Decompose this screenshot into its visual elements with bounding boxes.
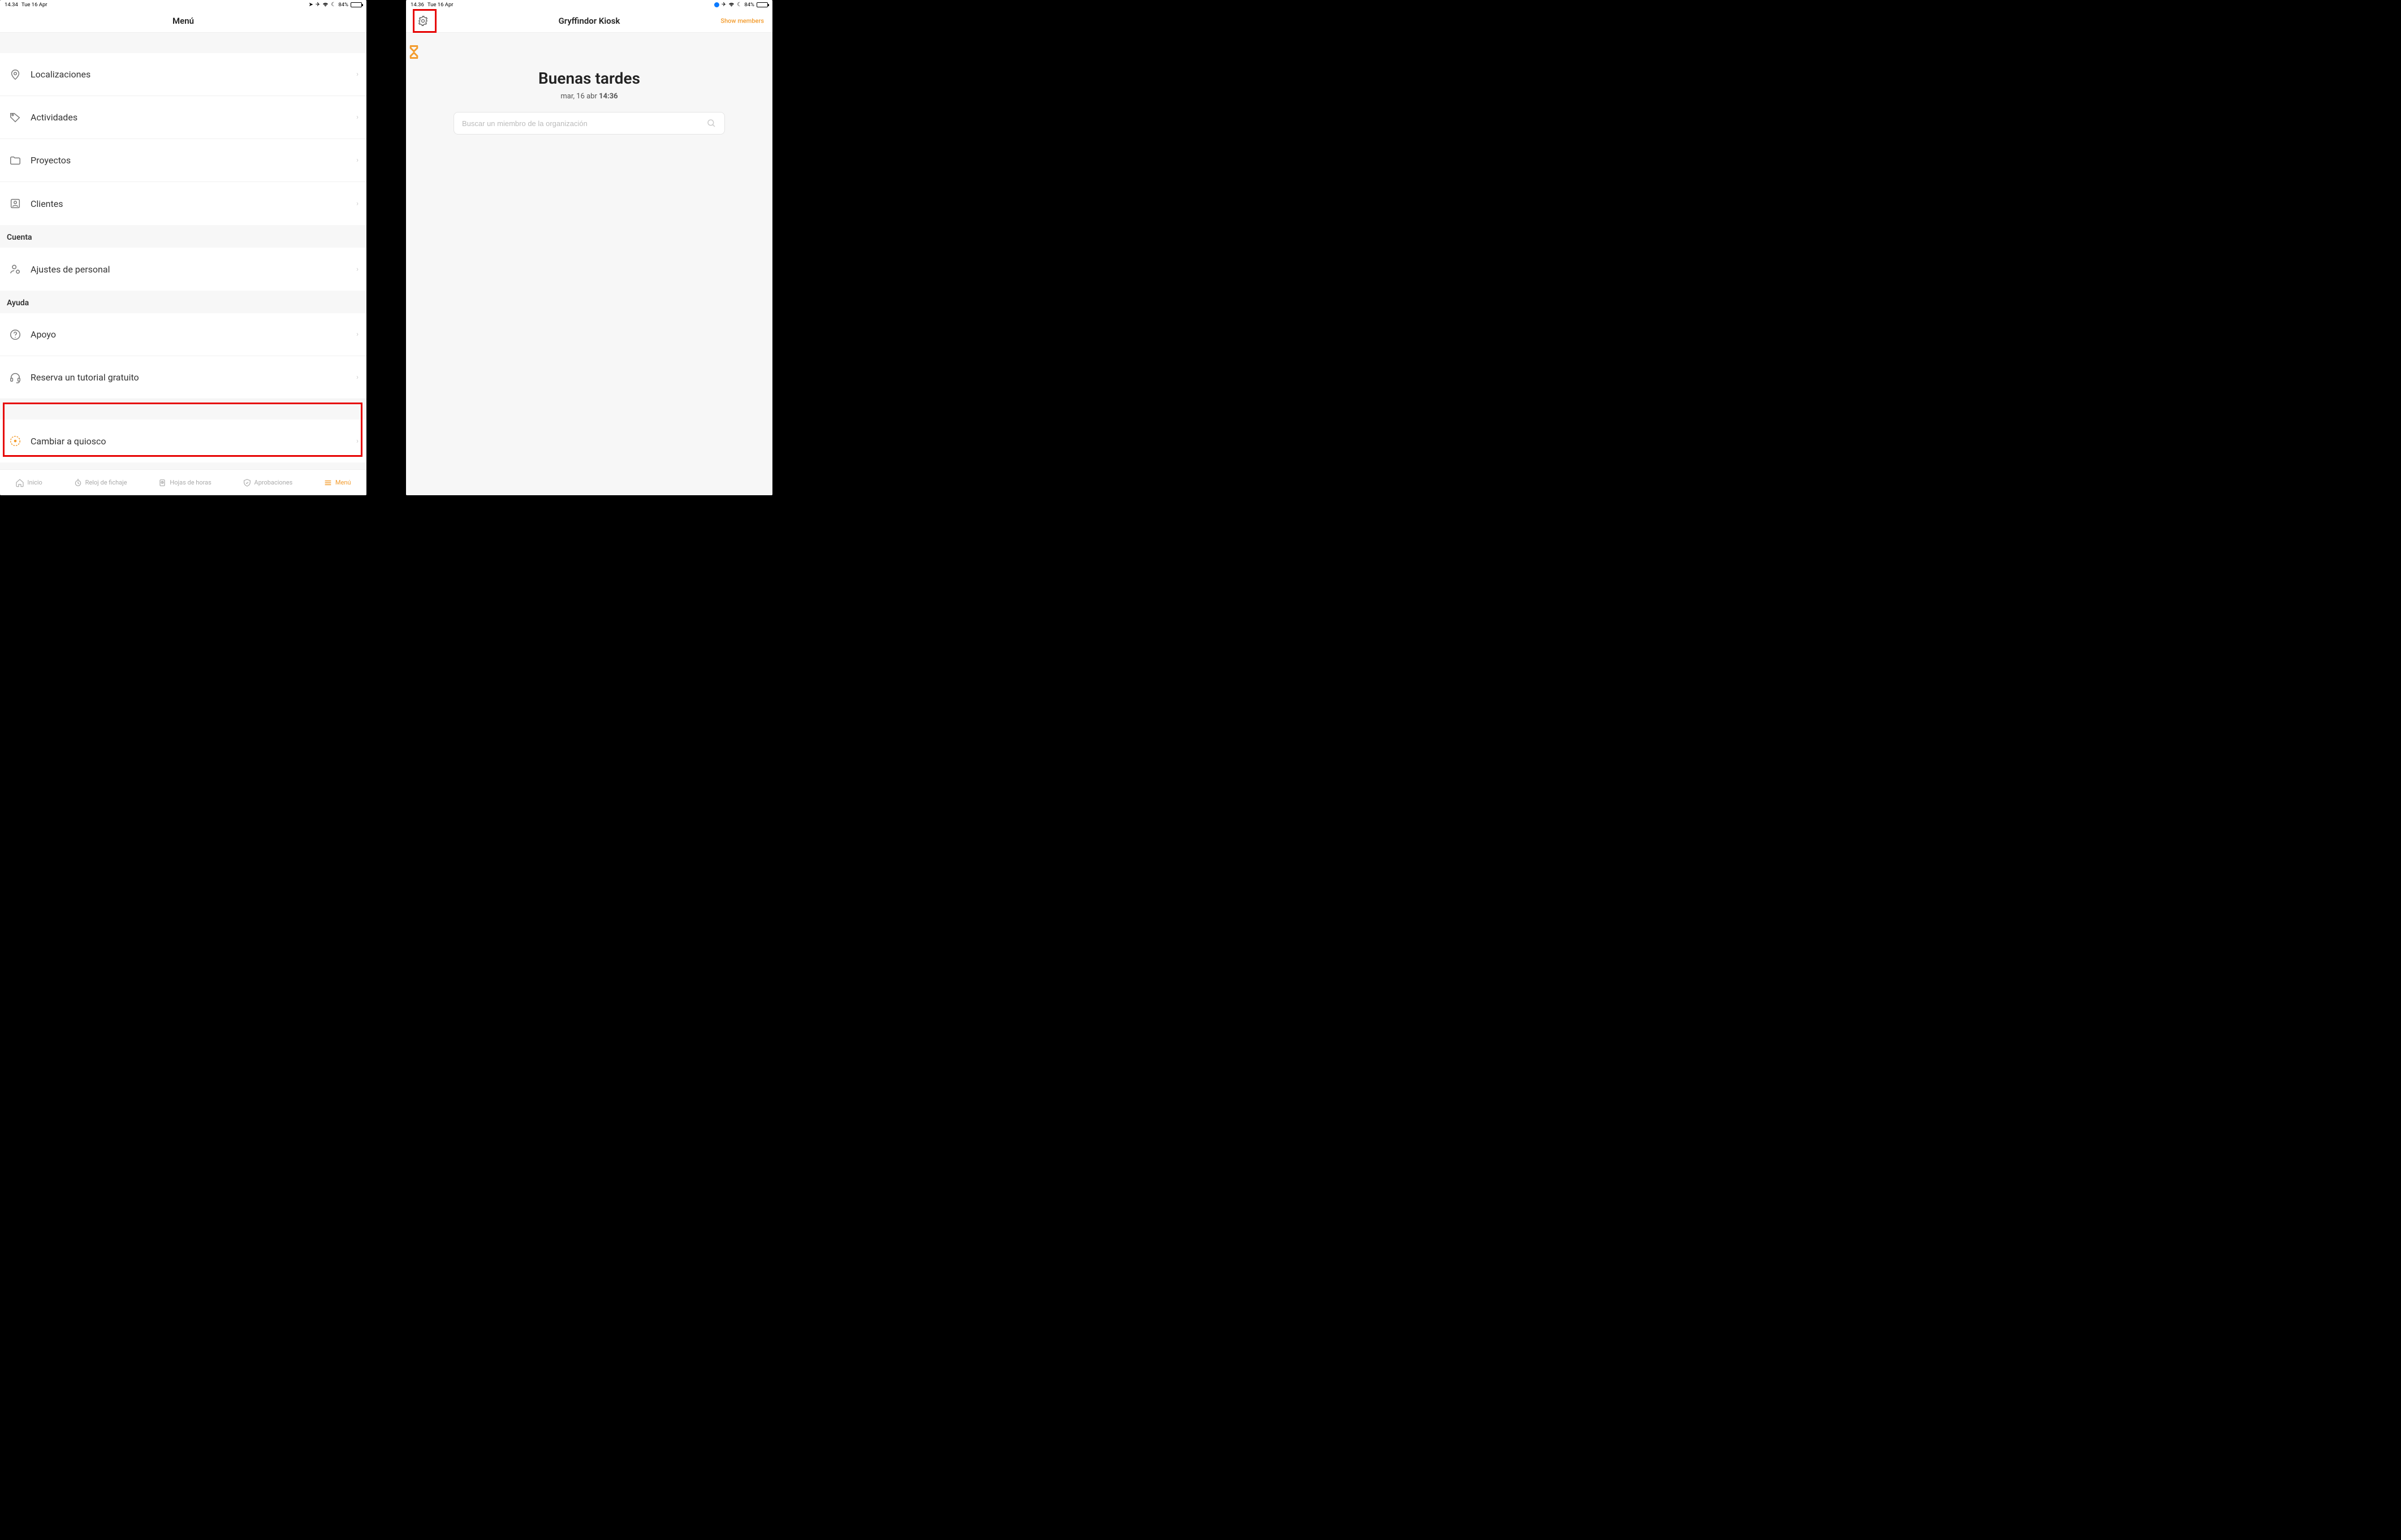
- menu-item-kiosk-switch[interactable]: Cambiar a quiosco ›: [0, 419, 366, 462]
- tab-label: Hojas de horas: [170, 479, 211, 486]
- tab-timesheets[interactable]: Hojas de horas: [158, 478, 211, 487]
- airplane-icon: ✈: [316, 2, 320, 8]
- menu-label: Cambiar a quiosco: [31, 436, 356, 447]
- chevron-right-icon: ›: [356, 437, 359, 445]
- menu-label: Apoyo: [31, 329, 356, 340]
- chevron-right-icon: ›: [356, 330, 359, 339]
- kiosk-body: Buenas tardes mar, 16 abr 14:36: [406, 33, 772, 495]
- menu-label: Actividades: [31, 112, 356, 123]
- moon-icon: ☾: [737, 2, 742, 8]
- wifi-icon: [728, 2, 735, 7]
- menu-scroll[interactable]: Localizaciones › Actividades › Proyectos…: [0, 33, 366, 469]
- tag-icon: [8, 110, 23, 125]
- kiosk-greeting: Buenas tardes: [406, 69, 772, 88]
- tab-home[interactable]: Inicio: [15, 478, 42, 487]
- wifi-icon: [322, 2, 329, 7]
- menu-list-account: Ajustes de personal ›: [0, 248, 366, 291]
- menu-item-locations[interactable]: Localizaciones ›: [0, 53, 366, 96]
- header: Gryffindor Kiosk Show members: [406, 9, 772, 33]
- chevron-right-icon: ›: [356, 265, 359, 274]
- menu-label: Ajustes de personal: [31, 264, 356, 275]
- shield-check-icon: [243, 478, 252, 487]
- location-arrow-icon: ➤: [309, 2, 313, 8]
- airplane-icon: ✈: [722, 2, 726, 8]
- gear-icon: [417, 15, 429, 27]
- spacer: [0, 399, 366, 419]
- headset-icon: [8, 370, 23, 385]
- tab-label: Reloj de fichaje: [85, 479, 127, 486]
- header: Menú: [0, 9, 366, 33]
- page-title: Gryffindor Kiosk: [559, 16, 620, 26]
- menu-item-activities[interactable]: Actividades ›: [0, 96, 366, 139]
- stopwatch-icon: [74, 478, 83, 487]
- section-account: Cuenta: [0, 225, 366, 248]
- menu-item-projects[interactable]: Proyectos ›: [0, 139, 366, 182]
- hourglass-icon: [406, 44, 772, 60]
- status-bar: 14.34 Tue 16 Apr ➤ ✈ ☾ 84%: [0, 0, 366, 9]
- chevron-right-icon: ›: [356, 200, 359, 208]
- menu-label: Localizaciones: [31, 69, 356, 80]
- search-input[interactable]: [462, 119, 706, 128]
- moon-icon: ☾: [331, 2, 336, 8]
- menu-label: Proyectos: [31, 155, 356, 166]
- show-members-button[interactable]: Show members: [720, 17, 764, 24]
- menu-item-personal-settings[interactable]: Ajustes de personal ›: [0, 248, 366, 291]
- clipboard-icon: [158, 478, 167, 487]
- folder-icon: [8, 153, 23, 168]
- contacts-icon: [8, 196, 23, 211]
- status-time: 14.34: [5, 2, 18, 8]
- menu-icon: [323, 478, 332, 487]
- home-icon: [15, 478, 24, 487]
- tab-clock[interactable]: Reloj de fichaje: [74, 478, 127, 487]
- battery-icon: [757, 2, 768, 7]
- battery-percent: 84%: [338, 2, 348, 8]
- menu-item-clients[interactable]: Clientes ›: [0, 182, 366, 225]
- settings-button[interactable]: [414, 12, 431, 29]
- chevron-right-icon: ›: [356, 70, 359, 79]
- status-date: Tue 16 Apr: [21, 2, 47, 8]
- tab-label: Inicio: [27, 479, 42, 486]
- kiosk-date: mar, 16 abr 14:36: [406, 92, 772, 101]
- status-time: 14.36: [411, 2, 424, 8]
- tab-menu[interactable]: Menú: [323, 478, 351, 487]
- kiosk-date-time: 14:36: [599, 92, 618, 101]
- help-circle-icon: [8, 327, 23, 342]
- status-bar: 14.36 Tue 16 Apr ✈ ☾ 84%: [406, 0, 772, 9]
- tab-approvals[interactable]: Aprobaciones: [243, 478, 293, 487]
- section-help: Ayuda: [0, 291, 366, 313]
- menu-item-tutorial[interactable]: Reserva un tutorial gratuito ›: [0, 356, 366, 399]
- screen-kiosk: 14.36 Tue 16 Apr ✈ ☾ 84% Gryffindor Kios…: [406, 0, 772, 495]
- kiosk-icon: [8, 434, 23, 448]
- pin-icon: [8, 67, 23, 82]
- chevron-right-icon: ›: [356, 156, 359, 165]
- status-date: Tue 16 Apr: [427, 2, 454, 8]
- user-gear-icon: [8, 262, 23, 276]
- privacy-indicator-icon: [714, 2, 719, 7]
- battery-icon: [351, 2, 362, 7]
- tab-bar: Inicio Reloj de fichaje Hojas de horas A…: [0, 469, 366, 495]
- search-box[interactable]: [454, 112, 725, 135]
- menu-list-help: Apoyo › Reserva un tutorial gratuito › C…: [0, 313, 366, 462]
- menu-list-main: Localizaciones › Actividades › Proyectos…: [0, 53, 366, 225]
- chevron-right-icon: ›: [356, 113, 359, 122]
- battery-percent: 84%: [744, 2, 754, 8]
- screen-menu: 14.34 Tue 16 Apr ➤ ✈ ☾ 84% Menú Localiza…: [0, 0, 366, 495]
- search-icon: [706, 118, 716, 128]
- menu-label: Clientes: [31, 198, 356, 209]
- tab-label: Menú: [335, 479, 351, 486]
- menu-label: Reserva un tutorial gratuito: [31, 372, 356, 383]
- menu-item-support[interactable]: Apoyo ›: [0, 313, 366, 356]
- tab-label: Aprobaciones: [254, 479, 293, 486]
- spacer: [0, 33, 366, 53]
- chevron-right-icon: ›: [356, 373, 359, 382]
- page-title: Menú: [172, 16, 194, 26]
- kiosk-date-prefix: mar, 16 abr: [560, 92, 599, 101]
